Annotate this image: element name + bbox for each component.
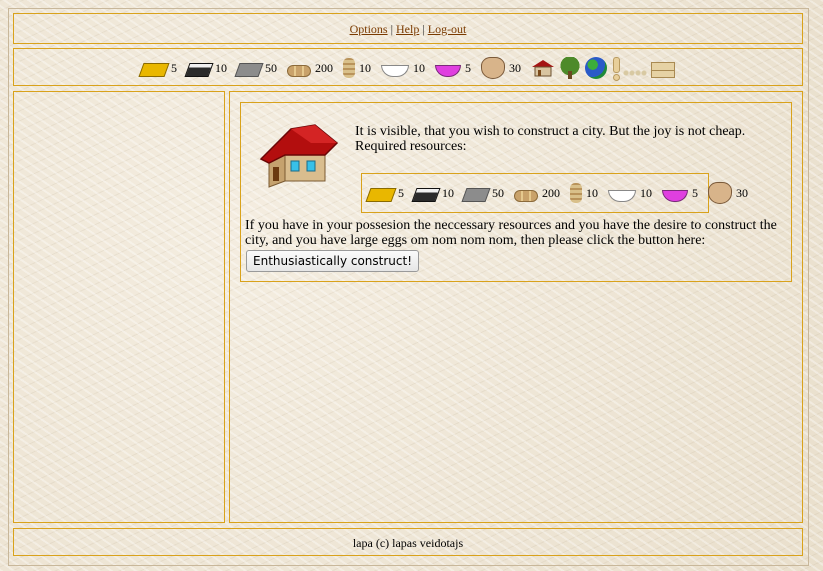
iron-ingot-icon [411,188,441,202]
resource-bar: 5 10 50 200 10 10 5 30 [13,48,803,86]
resource-stone: 50 [234,59,277,77]
resource-stone-count: 50 [265,60,277,75]
tree-icon[interactable] [559,57,581,79]
milk-bowl-icon [608,190,636,202]
required-milk-count: 10 [640,185,652,200]
berry-bowl-icon [435,65,461,77]
milk-bowl-icon [381,65,409,77]
resource-gold: 5 [138,59,177,77]
footer-text: lapa (c) lapas veidotajs [352,536,464,550]
resource-iron-count: 10 [215,60,227,75]
menu-separator: | [390,22,393,36]
required-iron: 10 [411,184,454,202]
wood-logs-icon [287,64,311,77]
required-berry: 5 [662,184,698,202]
footer: lapa (c) lapas veidotajs [13,528,803,556]
options-link[interactable]: Options [350,22,388,36]
required-berry-count: 5 [692,185,698,200]
required-wheat: 10 [570,183,598,203]
resource-wheat-count: 10 [359,60,371,75]
cat-face-icon [481,57,505,79]
wheat-sack-icon [570,183,582,203]
wheat-sack-icon [343,58,355,78]
stone-block-icon [234,63,264,77]
gold-bar-icon [365,188,397,202]
resource-berry-count: 5 [465,60,471,75]
iron-ingot-icon [184,63,214,77]
gold-bar-icon [138,63,170,77]
construct-description: If you have in your possesion the necces… [245,218,777,248]
resource-berry: 5 [435,59,471,77]
house-icon[interactable] [531,59,555,77]
required-milk: 10 [608,184,652,202]
resource-gold-count: 5 [171,60,177,75]
resource-cat-count: 30 [509,60,521,75]
resource-milk-count: 10 [413,60,425,75]
resource-milk: 10 [381,59,425,77]
stone-block-icon [461,188,491,202]
city-house-icon [255,121,341,193]
logout-link[interactable]: Log-out [428,22,467,36]
construct-intro: It is visible, that you wish to construc… [355,124,785,154]
resource-wood-count: 200 [315,60,333,75]
top-menu: Options | Help | Log-out [13,13,803,44]
required-wheat-count: 10 [586,185,598,200]
construct-button[interactable]: Enthusiastically construct! [246,250,420,272]
resource-iron: 10 [184,59,227,77]
resource-wood: 200 [287,60,333,77]
required-gold: 5 [365,184,404,202]
globe-icon[interactable] [585,57,607,79]
required-resources-label: Required resources: [355,139,467,154]
cat-face-icon [708,182,732,204]
wood-logs-icon [514,189,538,202]
ellipsis-icon[interactable] [623,70,647,78]
envelope-icon[interactable] [651,61,675,78]
required-iron-count: 10 [442,185,454,200]
resource-wheat: 10 [343,58,371,78]
berry-bowl-icon [662,190,688,202]
required-wood-count: 200 [542,185,560,200]
required-cat: 30 [708,182,748,204]
exclamation-icon[interactable] [611,57,620,81]
required-gold-count: 5 [398,185,404,200]
help-link[interactable]: Help [396,22,419,36]
required-resources-box: 5 10 50 200 10 10 5 30 [361,173,748,213]
intro-text: It is visible, that you wish to construc… [355,124,746,139]
required-stone-count: 50 [492,185,504,200]
required-stone: 50 [461,184,504,202]
required-cat-count: 30 [736,185,748,200]
menu-separator: | [422,22,425,36]
construct-city-panel: It is visible, that you wish to construc… [240,102,792,282]
required-wood: 200 [514,185,560,202]
resource-cat: 30 [481,57,521,79]
left-sidebar [13,91,225,523]
